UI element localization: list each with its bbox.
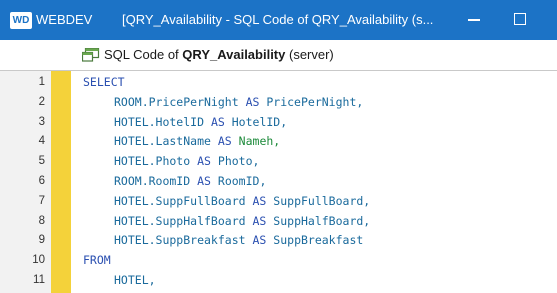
code-line[interactable]: 1 SELECT xyxy=(0,72,557,92)
column-expression: ROOM.RoomID xyxy=(114,174,191,188)
code-text: ROOM.RoomID AS RoomID, xyxy=(114,171,266,191)
code-text: HOTEL.SuppFullBoard AS SuppFullBoard, xyxy=(114,191,370,211)
code-text: HOTEL.Photo AS Photo, xyxy=(114,151,259,171)
code-line[interactable]: 5 HOTEL.Photo AS Photo, xyxy=(0,151,557,171)
column-alias: Photo, xyxy=(217,154,260,169)
column-alias: Nameh, xyxy=(238,134,281,149)
code-text: FROM xyxy=(83,250,111,270)
code-line[interactable]: 6 ROOM.RoomID AS RoomID, xyxy=(0,171,557,191)
column-alias: SuppFullBoard, xyxy=(273,193,371,208)
maximize-icon[interactable] xyxy=(514,13,526,25)
code-text: HOTEL, xyxy=(114,270,156,290)
sql-as-keyword: AS xyxy=(252,233,267,248)
column-expression: HOTEL.SuppFullBoard xyxy=(114,193,246,208)
code-line[interactable]: 2 ROOM.PricePerNight AS PricePerNight, xyxy=(0,92,557,112)
sql-keyword: FROM xyxy=(83,253,111,268)
column-expression: HOTEL.SuppBreakfast xyxy=(114,233,246,248)
code-text: HOTEL.LastName AS Nameh, xyxy=(114,131,280,151)
code-line[interactable]: 10 FROM xyxy=(0,250,557,270)
column-expression: ROOM.PricePerNight xyxy=(114,94,239,109)
column-expression: HOTEL.Photo xyxy=(114,154,191,169)
code-text: HOTEL.HotelID AS HotelID, xyxy=(114,112,287,132)
line-number: 11 xyxy=(33,274,45,286)
column-alias: HotelID, xyxy=(231,114,288,129)
sql-keyword: SELECT xyxy=(83,75,125,89)
code-text: SELECT xyxy=(83,72,125,92)
code-line[interactable]: 4 HOTEL.LastName AS Nameh, xyxy=(0,131,557,151)
line-number: 2 xyxy=(38,95,45,108)
sql-as-keyword: AS xyxy=(217,134,232,149)
line-number: 4 xyxy=(38,135,45,148)
minimize-icon[interactable] xyxy=(468,19,480,21)
column-alias: RoomID, xyxy=(217,174,267,188)
title-bar: WD WEBDEV [QRY_Availability - SQL Code o… xyxy=(0,0,557,40)
header-prefix: SQL Code of xyxy=(104,47,183,62)
editor-header-title: SQL Code of QRY_Availability (server) xyxy=(104,44,334,66)
column-expression: HOTEL.LastName xyxy=(114,134,211,149)
sql-as-keyword: AS xyxy=(210,114,225,129)
header-suffix: (server) xyxy=(285,47,334,62)
line-number: 3 xyxy=(38,115,45,128)
header-query-name: QRY_Availability xyxy=(182,47,286,62)
code-line[interactable]: 7 HOTEL.SuppFullBoard AS SuppFullBoard, xyxy=(0,191,557,211)
code-line[interactable]: 3 HOTEL.HotelID AS HotelID, xyxy=(0,112,557,132)
line-number: 6 xyxy=(38,175,45,187)
webdev-logo-icon: WD xyxy=(10,12,32,29)
column-expression: HOTEL.HotelID xyxy=(114,114,205,129)
code-text: ROOM.PricePerNight AS PricePerNight, xyxy=(114,92,363,112)
query-window-icon xyxy=(82,48,100,62)
code-text: HOTEL.SuppHalfBoard AS SuppHalfBoard, xyxy=(114,211,370,231)
line-number: 1 xyxy=(38,76,45,88)
app-name: WEBDEV xyxy=(36,12,93,27)
sql-as-keyword: AS xyxy=(245,94,260,109)
line-number: 7 xyxy=(38,194,45,207)
code-line[interactable]: 8 HOTEL.SuppHalfBoard AS SuppHalfBoard, xyxy=(0,211,557,231)
sql-as-keyword: AS xyxy=(197,154,211,169)
window-title: [QRY_Availability - SQL Code of QRY_Avai… xyxy=(122,12,434,27)
column-expression: HOTEL, xyxy=(114,273,156,287)
column-alias: PricePerNight, xyxy=(266,94,364,109)
line-number: 8 xyxy=(38,214,45,227)
sql-as-keyword: AS xyxy=(197,174,211,188)
sql-as-keyword: AS xyxy=(252,213,267,228)
line-number: 5 xyxy=(38,155,45,168)
line-number: 10 xyxy=(32,254,45,267)
column-alias: SuppBreakfast xyxy=(273,233,364,248)
column-alias: SuppHalfBoard, xyxy=(273,213,371,228)
code-text: HOTEL.SuppBreakfast AS SuppBreakfast xyxy=(114,230,363,250)
code-line[interactable]: 11 HOTEL, xyxy=(0,270,557,290)
column-expression: HOTEL.SuppHalfBoard xyxy=(114,213,246,228)
code-line[interactable]: 9 HOTEL.SuppBreakfast AS SuppBreakfast xyxy=(0,230,557,250)
sql-as-keyword: AS xyxy=(252,193,267,208)
line-number: 9 xyxy=(38,234,45,247)
